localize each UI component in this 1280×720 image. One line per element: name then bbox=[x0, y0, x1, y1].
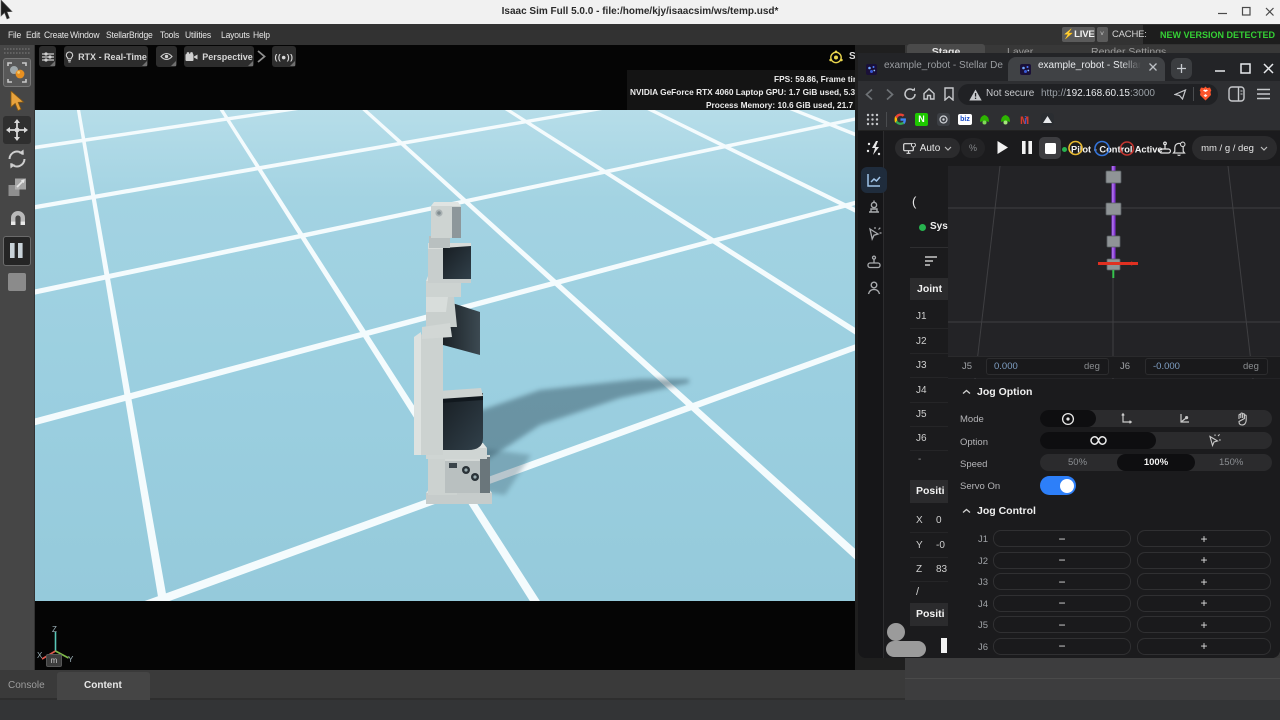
svg-text:Pilot - Control Active: Pilot - Control Active bbox=[1071, 145, 1163, 155]
svg-text:Y: Y bbox=[68, 655, 74, 664]
svg-text:i: i bbox=[1024, 115, 1027, 126]
svg-text:X: X bbox=[37, 651, 43, 660]
